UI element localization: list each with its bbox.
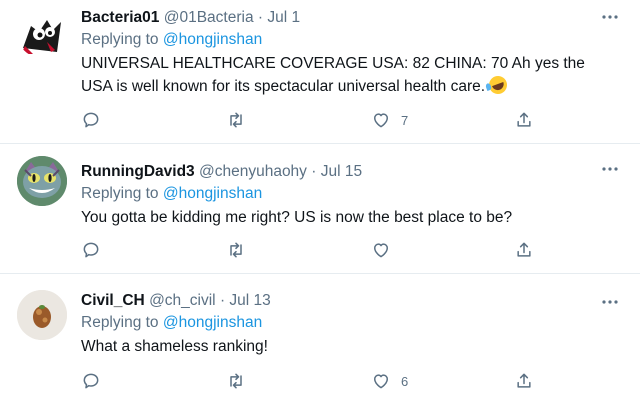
like-count: 6 (401, 373, 409, 389)
display-name[interactable]: RunningDavid3 (81, 163, 195, 180)
like-button[interactable] (371, 238, 401, 262)
tweet-actions: 7 (81, 108, 620, 132)
retweet-icon (230, 112, 242, 128)
replying-to: Replying to @hongjinshan (81, 29, 620, 51)
like-count: 7 (401, 112, 409, 128)
reply-bubble-icon (83, 112, 99, 128)
tweet-actions: 6 (81, 369, 620, 393)
tweet-date[interactable]: Jul 13 (229, 292, 270, 309)
tweet-body: Bacteria01 @01Bacteria · Jul 1 Replying … (81, 7, 620, 98)
replying-prefix: Replying to (81, 185, 159, 202)
retweet-button[interactable] (226, 369, 246, 393)
tweet-header: RunningDavid3 @chenyuhaohy · Jul 15 (81, 161, 620, 182)
mention-link[interactable]: @hongjinshan (163, 31, 262, 48)
avatar[interactable] (17, 156, 67, 206)
tweet-text: UNIVERSAL HEALTHCARE COVERAGE USA: 82 CH… (81, 52, 620, 98)
tweet-body: RunningDavid3 @chenyuhaohy · Jul 15 Repl… (81, 161, 620, 229)
share-button[interactable] (514, 238, 534, 262)
user-handle[interactable]: @chenyuhaohy (199, 163, 307, 180)
reply-tweet[interactable]: RunningDavid3 @chenyuhaohy · Jul 15 Repl… (0, 144, 640, 274)
tweet-header: Bacteria01 @01Bacteria · Jul 1 (81, 7, 620, 28)
user-handle[interactable]: @01Bacteria (164, 9, 254, 26)
user-handle[interactable]: @ch_civil (149, 292, 216, 309)
tweet-body: Civil_CH @ch_civil · Jul 13 Replying to … (81, 290, 620, 358)
display-name[interactable]: Bacteria01 (81, 9, 159, 26)
retweet-icon (230, 242, 242, 258)
share-icon (517, 373, 531, 388)
display-name[interactable]: Civil_CH (81, 292, 145, 309)
reply-feed: Bacteria01 @01Bacteria · Jul 1 Replying … (0, 0, 640, 401)
like-button[interactable]: 6 (371, 369, 408, 393)
retweet-button[interactable] (226, 238, 246, 262)
separator: · (219, 292, 226, 309)
heart-icon (374, 113, 388, 128)
replying-to: Replying to @hongjinshan (81, 183, 620, 205)
reply-button[interactable] (81, 108, 101, 132)
separator: · (311, 163, 317, 180)
separator: · (257, 9, 264, 26)
reply-button[interactable] (81, 369, 101, 393)
tweet-text: What a shameless ranking! (81, 338, 268, 355)
more-dots-icon[interactable] (600, 292, 620, 312)
tweet-date[interactable]: Jul 1 (267, 9, 300, 26)
like-button[interactable]: 7 (371, 108, 408, 132)
heart-icon (374, 243, 388, 258)
reply-button[interactable] (81, 238, 101, 262)
tweet-text-content: UNIVERSAL HEALTHCARE COVERAGE USA: 82 CH… (81, 55, 585, 95)
share-icon (517, 242, 531, 257)
share-button[interactable] (514, 108, 534, 132)
mention-link[interactable]: @hongjinshan (163, 185, 262, 202)
replying-to: Replying to @hongjinshan (81, 312, 620, 334)
heart-icon (374, 374, 388, 389)
more-dots-icon[interactable] (600, 7, 620, 27)
tweet-actions (81, 238, 620, 262)
tweet-date[interactable]: Jul 15 (321, 163, 362, 180)
more-dots-icon[interactable] (600, 159, 620, 179)
replying-prefix: Replying to (81, 314, 159, 331)
share-button[interactable] (514, 369, 534, 393)
tweet-text: You gotta be kidding me right? US is now… (81, 209, 513, 226)
rolling-laughing-emoji-icon (486, 73, 510, 97)
replying-prefix: Replying to (81, 31, 159, 48)
mention-link[interactable]: @hongjinshan (163, 314, 262, 331)
retweet-icon (230, 373, 242, 389)
reply-tweet[interactable]: Bacteria01 @01Bacteria · Jul 1 Replying … (0, 0, 640, 144)
avatar[interactable] (17, 290, 67, 340)
tweet-header: Civil_CH @ch_civil · Jul 13 (81, 290, 620, 311)
retweet-button[interactable] (226, 108, 246, 132)
reply-bubble-icon (83, 242, 99, 258)
avatar[interactable] (17, 8, 67, 58)
reply-bubble-icon (83, 373, 99, 389)
reply-tweet[interactable]: Civil_CH @ch_civil · Jul 13 Replying to … (0, 274, 640, 401)
share-icon (517, 112, 531, 127)
